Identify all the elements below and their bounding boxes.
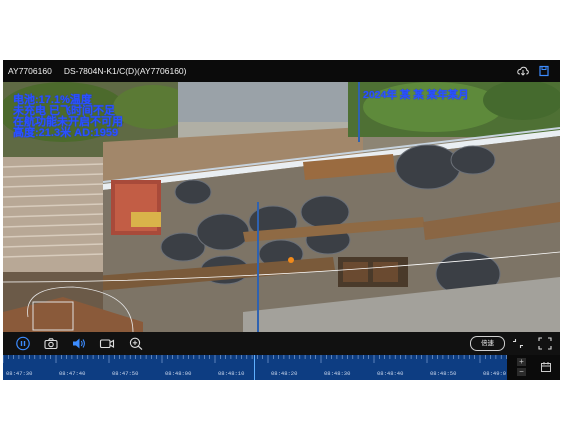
shrink-icon[interactable] [510,336,526,351]
timeline-zoom-in-button[interactable]: + [517,358,526,366]
osd-telemetry: 电池:17.1%温度 未充电 已飞时间不足 在航功能未开启不可用 高度:21.3… [13,95,123,139]
timeline-tick-label: 08:48:00 [165,370,192,377]
timeline-tick-label: 08:48:30 [324,370,351,377]
timeline-tick-label: 08:48:20 [271,370,298,377]
volume-icon[interactable] [71,336,87,351]
timeline-tick-label: 08:48:40 [377,370,404,377]
timeline-tick-label: 08:47:50 [112,370,139,377]
osd-datetime: 2024年 某 某 某年某月 [363,89,469,101]
save-icon[interactable] [538,65,550,77]
timeline-tick-label: 08:48:10 [218,370,245,377]
timeline-side-controls: + − [507,355,560,380]
timeline-cursor[interactable] [254,355,255,380]
playback-speed-button[interactable]: 倍速 [470,336,505,351]
player-title: AY7706160 DS-7804N-K1/C(D)(AY7706160) [8,66,187,76]
video-frame[interactable]: 电池:17.1%温度 未充电 已飞时间不足 在航功能未开启不可用 高度:21.3… [3,82,560,332]
timeline-tick-label: 08:49:0 [483,370,507,377]
video-record-icon[interactable] [99,336,115,351]
pause-icon[interactable] [15,336,31,351]
timeline-tick-label: 08:47:40 [59,370,86,377]
cloud-download-icon[interactable] [517,65,529,77]
zoom-in-icon[interactable] [128,336,144,351]
calendar-icon[interactable] [540,361,552,373]
camera-icon[interactable] [43,336,59,351]
playback-timeline[interactable]: 08:47:30 08:47:40 08:47:50 08:48:00 08:4… [3,355,560,380]
device-id: AY7706160 [8,66,52,76]
timeline-tick-label: 08:48:50 [430,370,457,377]
video-player: AY7706160 DS-7804N-K1/C(D)(AY7706160) 电池… [3,60,560,380]
playback-controls: 倍速 [3,332,560,355]
osd-line: 高度:21.3米 AD:1959 [13,127,119,139]
timeline-tick-label: 08:47:30 [6,370,33,377]
player-title-bar: AY7706160 DS-7804N-K1/C(D)(AY7706160) [3,60,560,82]
timeline-zoom-out-button[interactable]: − [517,368,526,376]
camera-name: DS-7804N-K1/C(D)(AY7706160) [63,66,187,76]
timeline-track[interactable]: 08:47:30 08:47:40 08:47:50 08:48:00 08:4… [3,355,507,380]
fullscreen-icon[interactable] [537,336,553,351]
